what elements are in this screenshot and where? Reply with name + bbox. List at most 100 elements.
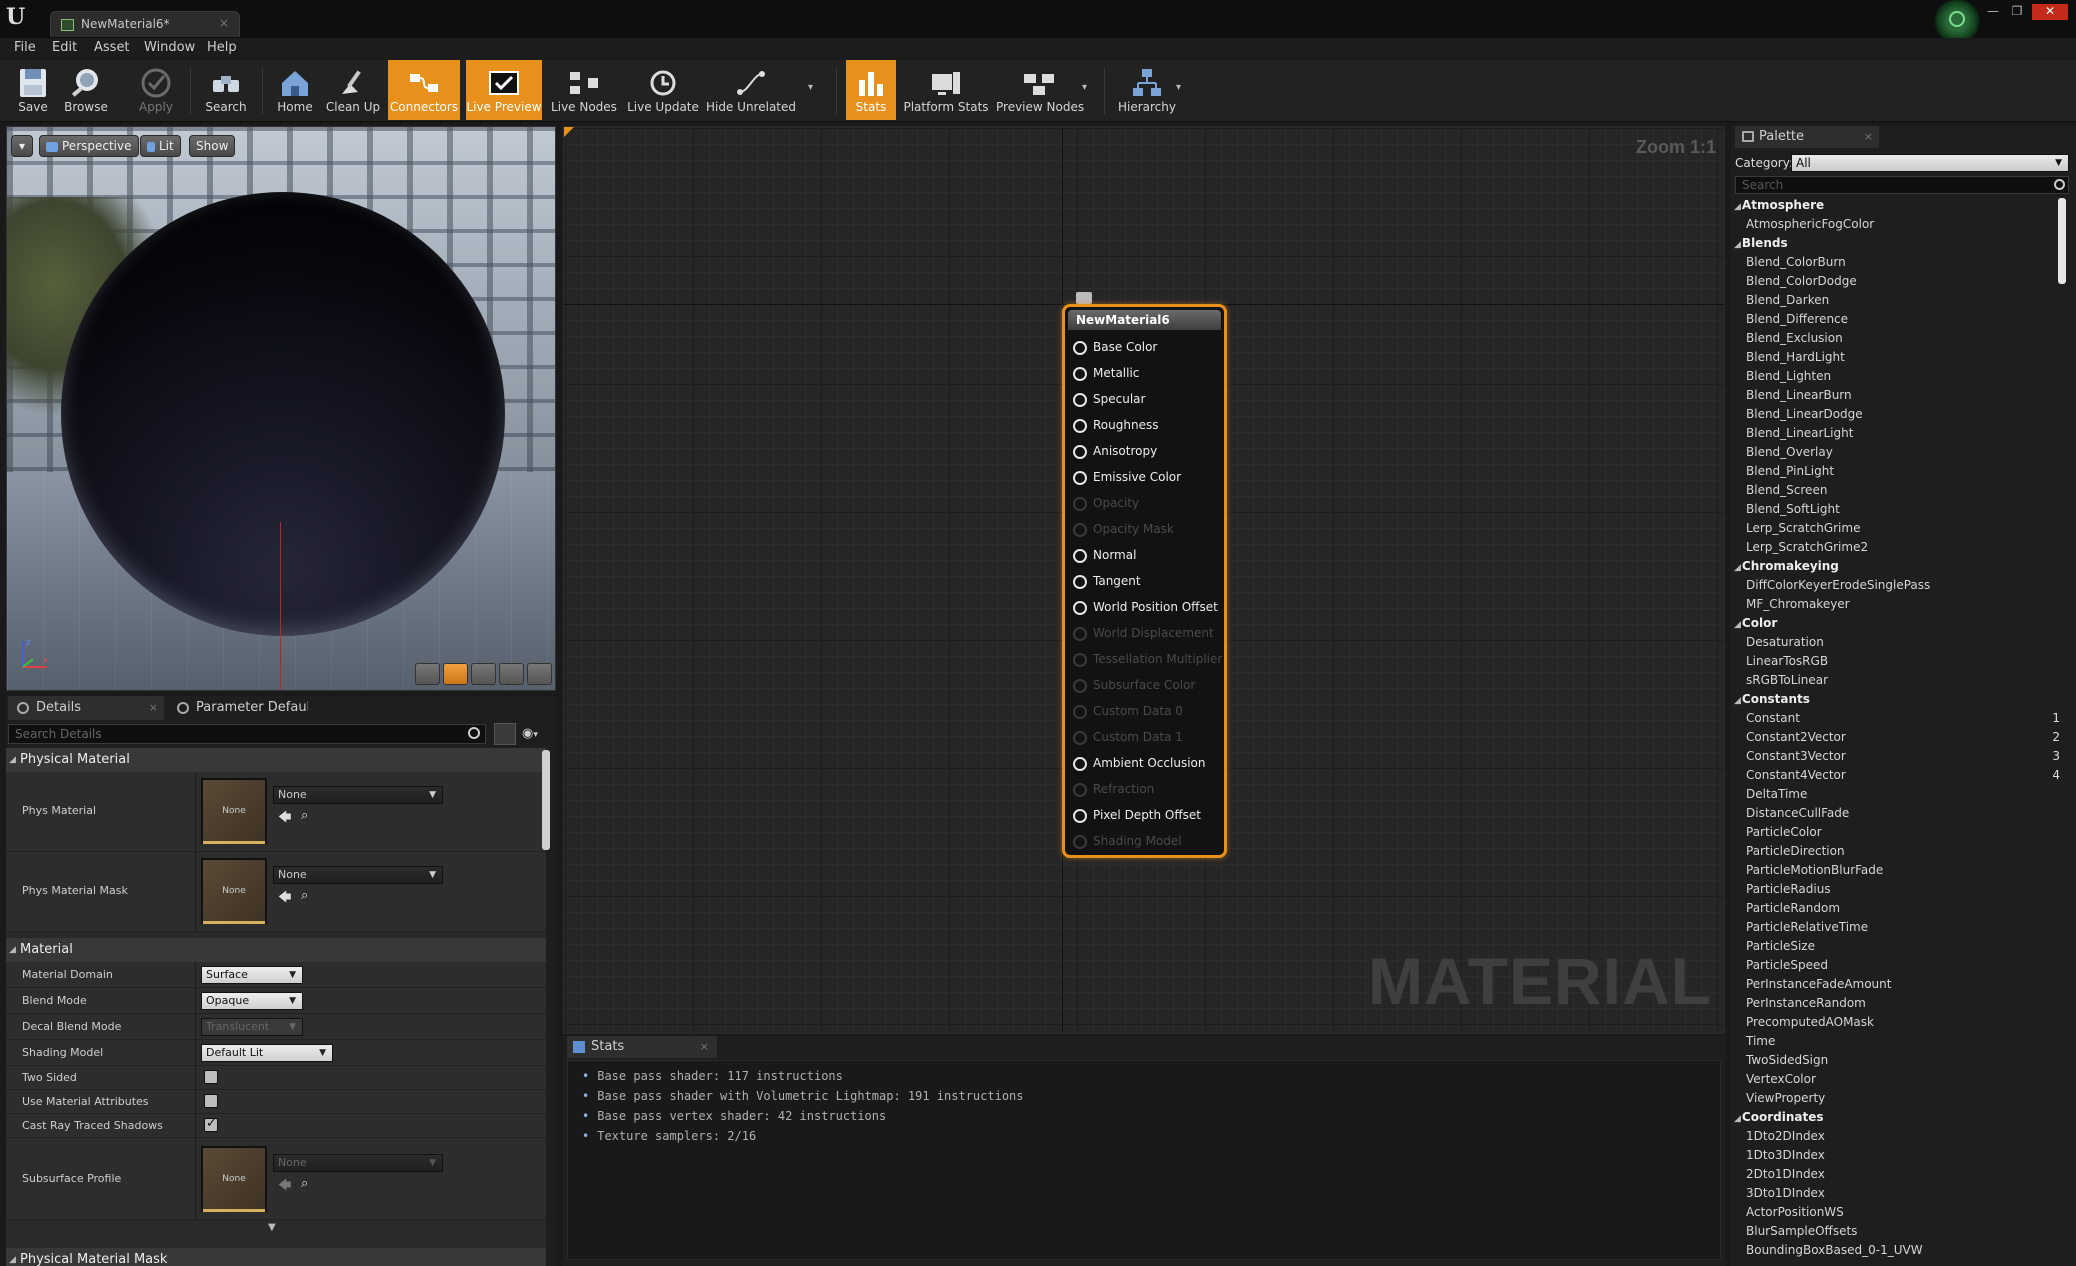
palette-item[interactable]: Time — [1746, 1034, 2064, 1048]
preview-custom-mesh-button[interactable] — [527, 663, 552, 685]
palette-item[interactable]: ParticleRelativeTime — [1746, 920, 2064, 934]
palette-item[interactable]: Blend_LinearDodge — [1746, 407, 2064, 421]
menu-help[interactable]: Help — [207, 40, 237, 55]
viewport-options-dropdown[interactable]: ▾ — [11, 135, 33, 157]
search-button[interactable]: Search — [198, 60, 254, 120]
palette-item[interactable]: Desaturation — [1746, 635, 2064, 649]
palette-item[interactable]: LinearTosRGB — [1746, 654, 2064, 668]
palette-item[interactable]: BoundingBoxBased_0-1_UVW — [1746, 1243, 2064, 1257]
preview-plane-button[interactable] — [471, 663, 496, 685]
home-button[interactable]: Home — [270, 60, 320, 120]
lit-button[interactable]: Lit — [140, 135, 181, 157]
palette-item[interactable]: ViewProperty — [1746, 1091, 2064, 1105]
menu-file[interactable]: File — [14, 40, 36, 55]
material-preview-viewport[interactable]: ▾ Perspective Lit Show x z — [6, 126, 556, 691]
palette-item[interactable]: DeltaTime — [1746, 787, 2064, 801]
tab-details[interactable]: Details × — [8, 696, 164, 720]
use-selected-arrow-icon[interactable]: 🡄 — [278, 888, 291, 910]
palette-item[interactable]: Blend_PinLight — [1746, 464, 2064, 478]
palette-item[interactable]: Constant2Vector 2 — [1746, 730, 2064, 744]
category-physical-material-mask[interactable]: ◢ Physical Material Mask — [6, 1248, 546, 1266]
asset-thumbnail[interactable]: None — [201, 778, 267, 844]
palette-item[interactable]: ParticleSize — [1746, 939, 2064, 953]
palette-item[interactable]: Blend_ColorDodge — [1746, 274, 2064, 288]
palette-item[interactable]: 3Dto1DIndex — [1746, 1186, 2064, 1200]
palette-item[interactable]: Blend_HardLight — [1746, 350, 2064, 364]
palette-item[interactable]: Lerp_ScratchGrime — [1746, 521, 2064, 535]
live-nodes-button[interactable]: Live Nodes — [548, 60, 620, 120]
apply-button[interactable]: Apply — [130, 60, 182, 120]
palette-item[interactable]: ParticleSpeed — [1746, 958, 2064, 972]
palette-item[interactable]: Blend_Lighten — [1746, 369, 2064, 383]
maximize-button[interactable]: ❐ — [2006, 4, 2028, 20]
live-update-button[interactable]: Live Update — [626, 60, 700, 120]
palette-item[interactable]: VertexColor — [1746, 1072, 2064, 1086]
palette-item[interactable]: Blend_LinearLight — [1746, 426, 2064, 440]
palette-item[interactable]: 1Dto2DIndex — [1746, 1129, 2064, 1143]
node-pin[interactable]: Opacity — [1073, 493, 1139, 513]
palette-item[interactable]: Blend_Overlay — [1746, 445, 2064, 459]
document-tab[interactable]: NewMaterial6* × — [50, 11, 240, 37]
hierarchy-dropdown[interactable]: ▾ — [1176, 82, 1181, 93]
use-selected-arrow-icon[interactable]: 🡄 — [278, 808, 291, 830]
node-pin[interactable]: Pixel Depth Offset — [1073, 805, 1201, 825]
node-pin[interactable]: Roughness — [1073, 415, 1158, 435]
node-pin[interactable]: World Displacement — [1073, 623, 1214, 643]
node-pin[interactable]: Subsurface Color — [1073, 675, 1195, 695]
palette-category[interactable]: ◢Constants — [1734, 692, 1810, 706]
palette-item[interactable]: 2Dto1DIndex — [1746, 1167, 2064, 1181]
palette-item[interactable]: sRGBToLinear — [1746, 673, 2064, 687]
palette-category[interactable]: ◢Blends — [1734, 236, 1788, 250]
palette-item[interactable]: ParticleColor — [1746, 825, 2064, 839]
details-search-input[interactable]: Search Details — [8, 724, 486, 744]
blend-mode-dropdown[interactable]: Opaque ▼ — [201, 992, 303, 1010]
node-pin[interactable]: Refraction — [1073, 779, 1154, 799]
cast-ray-traced-shadows-checkbox[interactable] — [204, 1116, 218, 1132]
show-button[interactable]: Show — [189, 135, 236, 157]
material-result-node[interactable]: NewMaterial6 Base Color Metallic Specular R… — [1062, 304, 1227, 858]
palette-item[interactable]: Blend_ColorBurn — [1746, 255, 2064, 269]
menu-asset[interactable]: Asset — [94, 40, 130, 55]
palette-item[interactable]: Blend_Difference — [1746, 312, 2064, 326]
palette-item[interactable]: MF_Chromakeyer — [1746, 597, 2064, 611]
node-pin[interactable]: Shading Model — [1073, 831, 1182, 851]
browse-asset-icon[interactable]: ⌕ — [301, 808, 308, 823]
node-pin[interactable]: World Position Offset — [1073, 597, 1218, 617]
phys-material-mask-picker[interactable]: None ▼ — [273, 866, 443, 884]
hierarchy-button[interactable]: Hierarchy — [1114, 60, 1180, 120]
visibility-eye-icon[interactable]: ◉▾ — [522, 726, 538, 741]
tab-palette[interactable]: Palette × — [1735, 126, 1879, 148]
two-sided-checkbox[interactable] — [204, 1070, 218, 1084]
preview-nodes-dropdown[interactable]: ▾ — [1082, 82, 1087, 93]
view-options-grid-icon[interactable] — [494, 723, 516, 745]
material-graph-canvas[interactable]: Zoom 1:1 MATERIAL NewMaterial6 Base Colo… — [563, 126, 1725, 1034]
connectors-button[interactable]: Connectors — [388, 60, 460, 120]
asset-thumbnail[interactable]: None — [201, 858, 267, 924]
node-pin[interactable]: Custom Data 1 — [1073, 727, 1183, 747]
palette-item[interactable]: Blend_SoftLight — [1746, 502, 2064, 516]
palette-item[interactable]: DiffColorKeyerErodeSinglePass — [1746, 578, 2064, 592]
node-pin[interactable]: Tessellation Multiplier — [1073, 649, 1222, 669]
live-preview-button[interactable]: Live Preview — [466, 60, 542, 120]
palette-item[interactable]: 1Dto3DIndex — [1746, 1148, 2064, 1162]
save-button[interactable]: Save — [8, 60, 58, 120]
node-pin[interactable]: Metallic — [1073, 363, 1139, 383]
palette-item[interactable]: ParticleRadius — [1746, 882, 2064, 896]
node-pin[interactable]: Specular — [1073, 389, 1145, 409]
node-pin[interactable]: Base Color — [1073, 337, 1157, 357]
preview-nodes-button[interactable]: Preview Nodes — [996, 60, 1084, 120]
tab-stats[interactable]: Stats × — [567, 1036, 717, 1058]
source-control-status-icon[interactable] — [1932, 0, 1982, 42]
unreal-logo-icon[interactable]: U — [6, 4, 30, 30]
node-pin[interactable]: Custom Data 0 — [1073, 701, 1183, 721]
palette-item[interactable]: Constant 1 — [1746, 711, 2064, 725]
asset-thumbnail[interactable]: None — [201, 1146, 267, 1212]
palette-category[interactable]: ◢Color — [1734, 616, 1777, 630]
node-pin[interactable]: Emissive Color — [1073, 467, 1181, 487]
palette-scrollbar[interactable] — [2058, 198, 2066, 284]
palette-category[interactable]: ◢Chromakeying — [1734, 559, 1839, 573]
node-pin[interactable]: Anisotropy — [1073, 441, 1157, 461]
subsurface-profile-picker[interactable]: None ▼ — [273, 1154, 443, 1172]
expand-advanced-icon[interactable]: ▼ — [268, 1222, 276, 1233]
browse-asset-icon[interactable]: ⌕ — [301, 1176, 308, 1191]
